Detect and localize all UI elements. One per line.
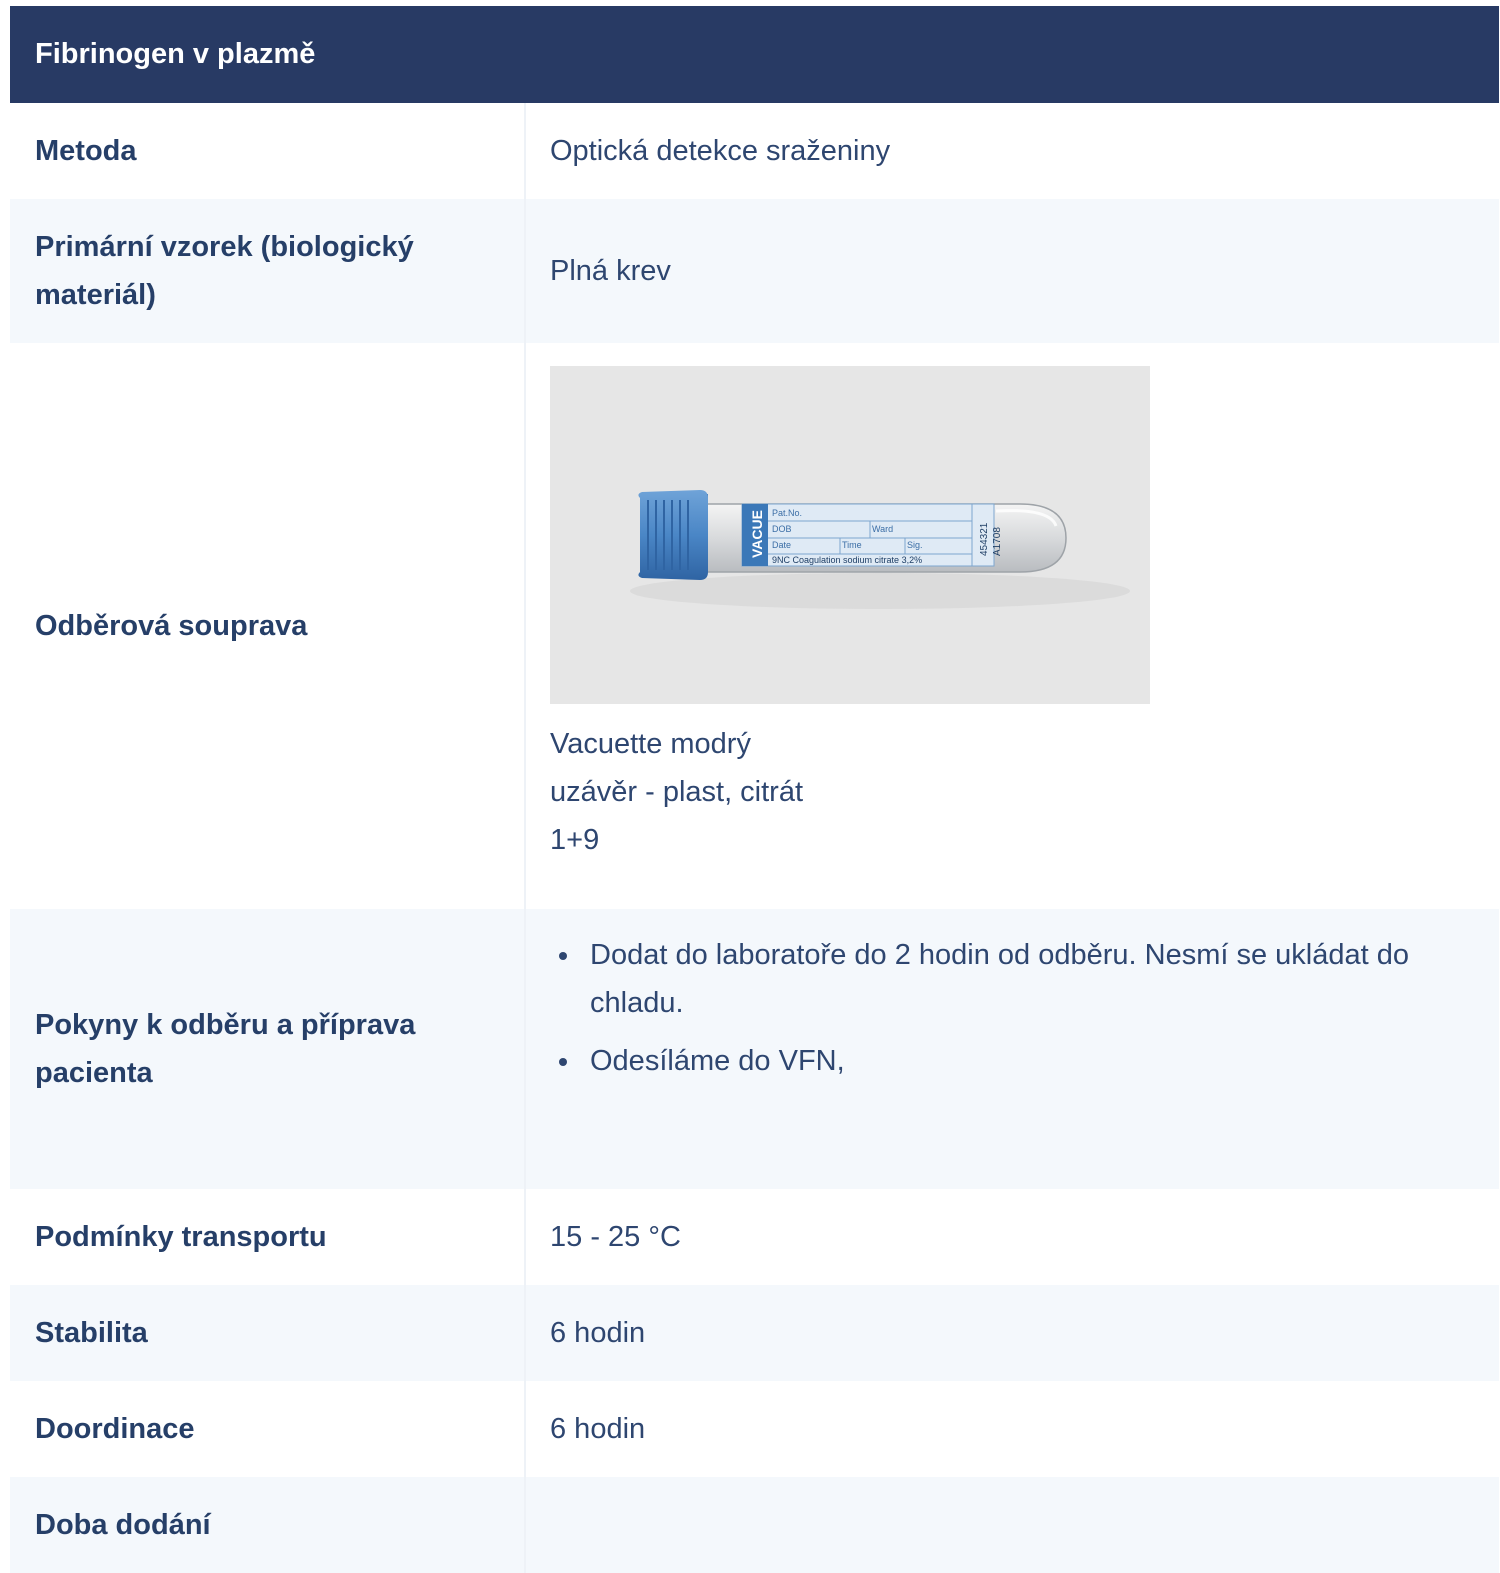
list-item: Dodat do laboratoře do 2 hodin od odběru… <box>550 931 1469 1027</box>
table-row-stability: Stabilita 6 hodin <box>10 1285 1499 1381</box>
svg-text:Date: Date <box>772 540 791 550</box>
row-label: Pokyny k odběru a příprava pacienta <box>10 909 526 1189</box>
instructions-list: Dodat do laboratoře do 2 hodin od odběru… <box>550 931 1469 1095</box>
svg-text:Time: Time <box>842 540 862 550</box>
table-row-delivery-time: Doba dodání <box>10 1477 1499 1573</box>
svg-text:A1708: A1708 <box>992 527 1003 556</box>
table-row-additional-order: Doordinace 6 hodin <box>10 1381 1499 1477</box>
row-label: Doba dodání <box>10 1477 526 1573</box>
svg-text:9NC Coagulation sodium citrate: 9NC Coagulation sodium citrate 3,2% <box>772 555 922 565</box>
row-value: Plná krev <box>550 255 671 287</box>
kit-caption-line: 1+9 <box>550 824 600 856</box>
svg-text:DOB: DOB <box>772 524 792 534</box>
row-value <box>526 1477 1499 1573</box>
row-label: Doordinace <box>10 1381 526 1477</box>
svg-text:454321: 454321 <box>979 522 990 556</box>
svg-text:Ward: Ward <box>872 524 893 534</box>
kit-caption-line: uzávěr - plast, citrát <box>550 776 804 808</box>
row-value: VACUE Pat.No. DOB Ward Date Time Sig. 9N… <box>526 343 1499 909</box>
table-row-collection-kit: Odběrová souprava VACUE Pat.No. DOB Ward… <box>10 343 1499 909</box>
row-label: Podmínky transportu <box>10 1189 526 1285</box>
tube-illustration: VACUE Pat.No. DOB Ward Date Time Sig. 9N… <box>630 490 1130 609</box>
row-value: 6 hodin <box>550 1413 646 1445</box>
row-label: Odběrová souprava <box>10 343 526 909</box>
row-value: Dodat do laboratoře do 2 hodin od odběru… <box>526 909 1499 1189</box>
svg-text:Sig.: Sig. <box>907 540 923 550</box>
row-label: Stabilita <box>10 1285 526 1381</box>
table-row-metoda: Metoda Optická detekce sraženiny <box>10 103 1499 199</box>
svg-text:VACUE: VACUE <box>749 510 765 558</box>
list-item: Odesíláme do VFN, <box>550 1037 1469 1085</box>
kit-caption-line: Vacuette modrý <box>550 728 751 760</box>
blood-collection-tube-image: VACUE Pat.No. DOB Ward Date Time Sig. 9N… <box>550 366 1150 704</box>
row-label: Primární vzorek (biologický materiál) <box>10 199 526 343</box>
page-title: Fibrinogen v plazmě <box>35 38 316 70</box>
table-row-primary-sample: Primární vzorek (biologický materiál) Pl… <box>10 199 1499 343</box>
svg-text:Pat.No.: Pat.No. <box>772 508 802 518</box>
table-header: Fibrinogen v plazmě <box>10 6 1499 103</box>
table-row-transport: Podmínky transportu 15 - 25 °C <box>10 1189 1499 1285</box>
row-label: Metoda <box>10 103 526 199</box>
row-value: Optická detekce sraženiny <box>550 135 891 167</box>
specimen-info-table: Fibrinogen v plazmě Metoda Optická detek… <box>10 6 1499 1573</box>
row-value: 6 hodin <box>550 1317 646 1349</box>
row-value: 15 - 25 °C <box>550 1221 681 1253</box>
table-row-instructions: Pokyny k odběru a příprava pacienta Doda… <box>10 909 1499 1189</box>
